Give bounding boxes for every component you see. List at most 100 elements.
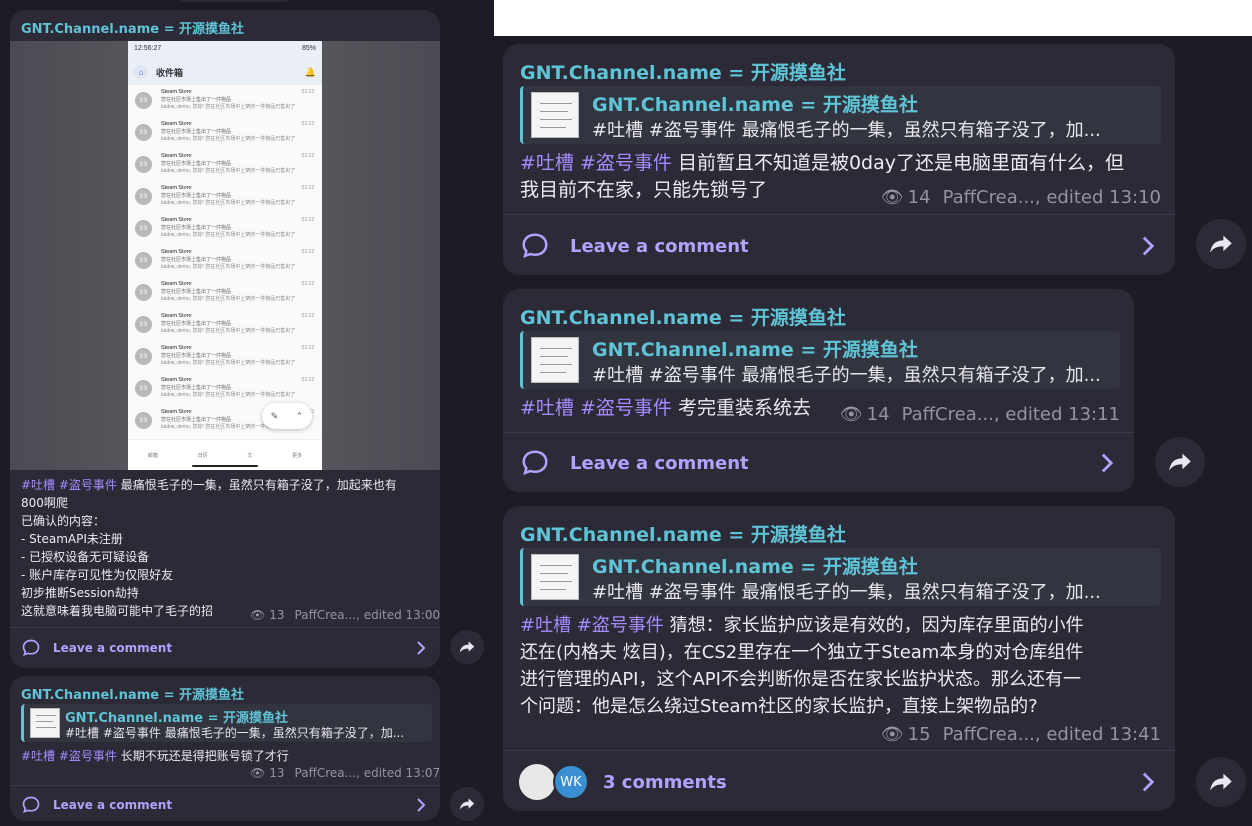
text-line: 800啊爬 [21, 496, 68, 510]
inbox-item: SS Steam Store 您在社区市场上售出了一件物品 baibai_demo, … [128, 149, 322, 181]
sender-name: Steam Store [161, 345, 192, 351]
text-line: 还在(内格夫 炫目)，在CS2里存在一个独立于Steam本身的对仓库组件 [520, 642, 1084, 663]
channel-name: GNT.Channel.name = 开源摸鱼社 [520, 307, 846, 329]
quoted-message[interactable]: GNT.Channel.name = 开源摸鱼社 #吐槽 #盗号事件 最痛恨毛子… [520, 548, 1161, 606]
sender-avatar: SS [135, 252, 152, 269]
sender-name: Steam Store [161, 377, 192, 383]
quote-preview: #吐槽 #盗号事件 最痛恨毛子的一集，虽然只有箱子没了，加... [592, 365, 1101, 386]
forward-icon [1210, 773, 1232, 791]
mail-subject: 您在社区市场上售出了一件物品 [161, 353, 232, 359]
avatar-initials: WK [560, 774, 582, 790]
mail-subject: 您在社区市场上售出了一件物品 [161, 193, 232, 199]
leave-comment-label: Leave a comment [53, 798, 173, 812]
hashtags[interactable]: #吐槽 #盗号事件 [21, 478, 117, 492]
home-icon: ⌂ [134, 65, 148, 79]
sender-avatar: SS [135, 348, 152, 365]
divider [10, 785, 440, 786]
mail-preview: baibai_demo, 您好! 您在社区市场中上架的一件物品已售出了 [161, 232, 296, 238]
divider [503, 432, 1134, 433]
sender-name: Steam Store [161, 313, 192, 319]
window-strip [494, 0, 1252, 36]
phone-header: ⌂ 收件箱 🔔 [128, 59, 322, 85]
mail-time: 03:22 [301, 377, 314, 383]
post-meta: 👁 15 PaffCrea..., edited 13:41 [881, 724, 1161, 745]
mail-time: 03:22 [301, 345, 314, 351]
inbox-item: SS Steam Store 您在社区市场上售出了一件物品 baibai_demo, … [128, 373, 322, 405]
divider [503, 214, 1175, 215]
forward-button[interactable] [1196, 219, 1246, 269]
sender-avatar: SS [135, 220, 152, 237]
inbox-item: SS Steam Store 您在社区市场上售出了一件物品 baibai_demo, … [128, 341, 322, 373]
eye-icon: 👁 [250, 766, 266, 780]
chevron-right-icon [1101, 453, 1114, 473]
hashtags[interactable]: #吐槽 #盗号事件 [520, 152, 672, 174]
text-line: 考完重装系统去 [677, 397, 811, 419]
comment-icon [522, 450, 548, 476]
forward-button[interactable] [1155, 437, 1205, 487]
hashtags[interactable]: #吐槽 #盗号事件 [520, 615, 664, 636]
comments-button[interactable]: WK 3 comments [503, 762, 1175, 802]
forward-icon [459, 798, 475, 810]
divider [503, 750, 1175, 751]
forward-button[interactable] [450, 630, 484, 664]
post-text: #吐槽 #盗号事件 猜想：家长监护应该是有效的，因为库存里面的小件 还在(内格夫… [520, 612, 1168, 720]
hashtags[interactable]: #吐槽 #盗号事件 [21, 749, 117, 763]
sender-avatar: SS [135, 188, 152, 205]
leave-comment-button[interactable]: Leave a comment [503, 445, 1134, 481]
inbox-item: SS Steam Store 您在社区市场上售出了一件物品 baibai_demo, … [128, 245, 322, 277]
text-line: 进行管理的API，这个API不会判断你是否在家长监护状态。那么还有一 [520, 669, 1081, 690]
author-edited: PaffCrea..., edited 13:07 [294, 766, 440, 780]
sender-name: Steam Store [161, 153, 192, 159]
quoted-message[interactable]: GNT.Channel.name = 开源摸鱼社 #吐槽 #盗号事件 最痛恨毛子… [21, 704, 432, 742]
leave-comment-button[interactable]: Leave a comment [503, 228, 1175, 264]
quoted-message[interactable]: GNT.Channel.name = 开源摸鱼社 #吐槽 #盗号事件 最痛恨毛子… [520, 331, 1120, 389]
mail-subject: 您在社区市场上售出了一件物品 [161, 129, 232, 135]
quoted-message[interactable]: GNT.Channel.name = 开源摸鱼社 #吐槽 #盗号事件 最痛恨毛子… [520, 86, 1161, 144]
inbox-item: SS Steam Store 您在社区市场上售出了一件物品 baibai_demo, … [128, 277, 322, 309]
channel-name: GNT.Channel.name = 开源摸鱼社 [520, 524, 846, 546]
leave-comment-button[interactable]: Leave a comment [10, 793, 440, 817]
phone-nav-more: 更多 [292, 452, 303, 459]
mail-subject: 您在社区市场上售出了一件物品 [161, 257, 232, 263]
text-line: - SteamAPI未注册 [21, 532, 123, 546]
view-count: 14 [866, 404, 890, 425]
sender-name: Steam Store [161, 185, 192, 191]
sender-avatar: SS [135, 124, 152, 141]
phone-battery: 85% [301, 45, 316, 52]
post-meta: 👁 13 PaffCrea..., edited 13:07 [250, 766, 440, 780]
inbox-item: SS Steam Store 您在社区市场上售出了一件物品 baibai_demo, … [128, 213, 322, 245]
mail-subject: 您在社区市场上售出了一件物品 [161, 161, 232, 167]
text-line: 目前暂且不知道是被0day了还是电脑里面有什么，但 [677, 152, 1124, 174]
comment-icon [22, 796, 40, 814]
phone-status-time: 12:56:27 [134, 45, 162, 52]
mail-preview: baibai_demo, 您好! 您在社区市场中上架的一件物品已售出了 [161, 168, 296, 174]
quote-channel: GNT.Channel.name = 开源摸鱼社 [592, 94, 918, 116]
commenter-avatar: WK [553, 764, 589, 800]
mail-time: 03:22 [301, 217, 314, 223]
text-line: - 已授权设备无可疑设备 [21, 550, 150, 564]
mail-time: 03:22 [301, 281, 314, 287]
quote-preview: #吐槽 #盗号事件 最痛恨毛子的一集，虽然只有箱子没了，加... [592, 582, 1101, 603]
mail-preview: baibai_demo, 您好! 您在社区市场中上架的一件物品已售出了 [161, 136, 296, 142]
compose-icon: ✎ [270, 410, 279, 421]
quote-preview: #吐槽 #盗号事件 最痛恨毛子的一集，虽然只有箱子没了，加... [65, 726, 405, 740]
bell-icon: 🔔 [304, 66, 316, 77]
forward-button[interactable] [450, 787, 484, 821]
post-meta: 👁 14 PaffCrea..., edited 13:11 [840, 404, 1120, 425]
channel-name: GNT.Channel.name = 开源摸鱼社 [21, 22, 245, 37]
phone-nav-docs: 文 [247, 452, 253, 459]
post-text: #吐槽 #盗号事件 长期不玩还是得把账号锁了才行 [21, 747, 289, 764]
chevron-right-icon [1142, 236, 1155, 256]
sender-avatar: SS [135, 380, 152, 397]
phone-floating-actions: ✎ ⌃ [262, 403, 312, 429]
leave-comment-button[interactable]: Leave a comment [10, 636, 440, 660]
phone-nav-mail: 邮箱 [147, 452, 158, 459]
phone-home-bar [192, 465, 258, 467]
forward-button[interactable] [1196, 757, 1246, 807]
comment-icon [522, 233, 548, 259]
mail-preview: baibai_demo, 您好! 您在社区市场中上架的一件物品已售出了 [161, 328, 296, 334]
mail-time: 03:22 [301, 249, 314, 255]
text-line: 猜想：家长监护应该是有效的，因为库存里面的小件 [669, 615, 1084, 636]
hashtags[interactable]: #吐槽 #盗号事件 [520, 397, 672, 419]
right-post-2: GNT.Channel.name = 开源摸鱼社 GNT.Channel.nam… [503, 289, 1134, 492]
